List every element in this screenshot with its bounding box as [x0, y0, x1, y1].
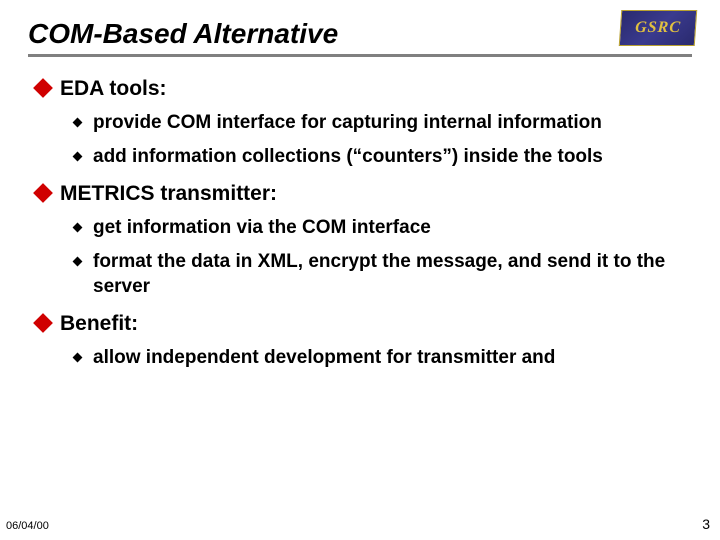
bullet-level2: allow independent development for transm…	[74, 345, 692, 371]
bullet-level1: METRICS transmitter:	[36, 180, 692, 207]
bullet-text: Benefit:	[60, 310, 138, 337]
bullet-text: EDA tools:	[60, 75, 167, 102]
bullet-level1: EDA tools:	[36, 75, 692, 102]
bullet-text: provide COM interface for capturing inte…	[93, 110, 602, 136]
dot-icon	[73, 256, 83, 266]
bullet-text: METRICS transmitter:	[60, 180, 277, 207]
bullet-level2: format the data in XML, encrypt the mess…	[74, 249, 692, 300]
gsrc-logo: GSRC	[619, 10, 698, 46]
bullet-text: add information collections (“counters”)…	[93, 144, 603, 170]
title-underline	[28, 54, 692, 57]
bullet-text: allow independent development for transm…	[93, 345, 555, 371]
diamond-icon	[33, 183, 53, 203]
bullet-level2: provide COM interface for capturing inte…	[74, 110, 692, 136]
diamond-icon	[33, 78, 53, 98]
bullet-text: get information via the COM interface	[93, 215, 431, 241]
bullet-level1: Benefit:	[36, 310, 692, 337]
dot-icon	[73, 353, 83, 363]
dot-icon	[73, 118, 83, 128]
diamond-icon	[33, 313, 53, 333]
bullet-level2: get information via the COM interface	[74, 215, 692, 241]
bullet-text: format the data in XML, encrypt the mess…	[93, 249, 672, 300]
bullet-level2: add information collections (“counters”)…	[74, 144, 692, 170]
slide-title: COM-Based Alternative	[28, 18, 692, 50]
dot-icon	[73, 151, 83, 161]
footer-date: 06/04/00	[6, 520, 49, 532]
footer-page-number: 3	[702, 516, 710, 532]
dot-icon	[73, 222, 83, 232]
